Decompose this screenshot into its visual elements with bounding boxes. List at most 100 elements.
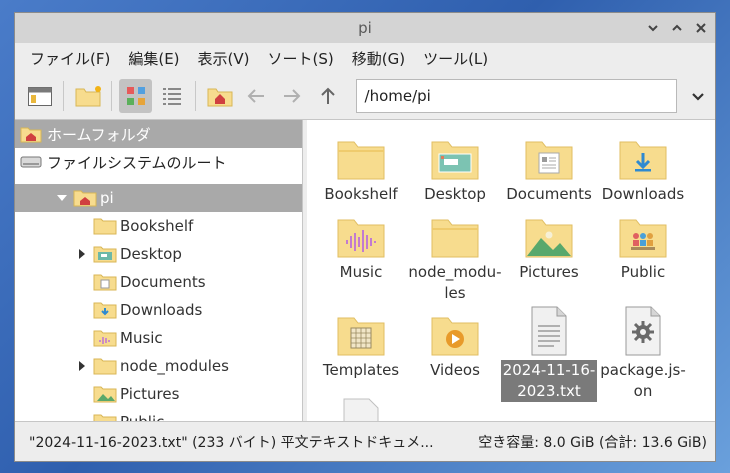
file-icon — [343, 398, 379, 421]
toolbar: /home/pi — [15, 73, 715, 119]
menu-sort[interactable]: ソート(S) — [259, 48, 343, 69]
downloads-folder-icon — [93, 302, 117, 319]
file-item-text-file[interactable]: 2024-11-16- 2023.txt — [501, 306, 597, 402]
tree-item-downloads[interactable]: Downloads — [15, 296, 302, 324]
tree-item-label: Documents — [120, 273, 206, 291]
file-view: Bookshelf Desktop Documents Downloads Mu… — [307, 120, 715, 421]
file-item-videos[interactable]: Videos — [407, 306, 503, 381]
icon-view-button[interactable] — [119, 79, 153, 113]
minimize-button[interactable] — [645, 20, 661, 36]
public-folder-icon — [93, 414, 117, 421]
new-folder-button[interactable] — [71, 79, 104, 113]
templates-folder-icon — [337, 317, 385, 356]
selection-info: "2024-11-16-2023.txt" (233 バイト) 平文テキストドキ… — [29, 434, 434, 451]
documents-folder-icon — [93, 274, 117, 291]
menu-view[interactable]: 表示(V) — [189, 48, 259, 69]
file-item-downloads[interactable]: Downloads — [595, 130, 691, 205]
tree-item-label: Pictures — [120, 385, 180, 403]
toolbar-separator — [63, 81, 65, 111]
home-button[interactable] — [203, 79, 236, 113]
file-label: Bookshelf — [324, 185, 398, 203]
file-label-selected: 2024-11-16- 2023.txt — [501, 360, 597, 402]
pictures-folder-icon — [93, 386, 117, 403]
file-label: Music — [339, 263, 383, 281]
tree-item-label: pi — [100, 189, 114, 207]
file-label: package.js- on — [600, 361, 686, 400]
music-folder-icon — [93, 330, 117, 347]
music-folder-icon — [337, 219, 385, 258]
close-button[interactable] — [693, 20, 709, 36]
close-icon — [696, 23, 706, 33]
folder-icon — [93, 218, 117, 235]
arrow-up-icon — [321, 87, 335, 104]
tree-item-public[interactable]: Public — [15, 408, 302, 421]
places-home[interactable]: ホームフォルダ — [15, 120, 302, 148]
file-label: Downloads — [601, 185, 685, 203]
chevron-down-icon — [648, 25, 658, 32]
arrow-left-icon — [247, 89, 264, 103]
places-home-label: ホームフォルダ — [47, 125, 151, 144]
expand-triangle-icon[interactable] — [75, 247, 89, 261]
path-text: /home/pi — [364, 87, 431, 105]
menu-file[interactable]: ファイル(F) — [21, 48, 119, 69]
up-button[interactable] — [311, 79, 344, 113]
list-view-icon — [162, 88, 181, 105]
file-label: Desktop — [424, 185, 486, 203]
directory-tree: pi Bookshelf Desktop Documents Downloads… — [15, 184, 302, 421]
file-manager-window: pi ファイル(F) 編集(E) 表示(V) ソート(S) 移動(G) ツール(… — [14, 12, 716, 462]
menu-bar: ファイル(F) 編集(E) 表示(V) ソート(S) 移動(G) ツール(L) — [15, 43, 715, 73]
file-item-desktop[interactable]: Desktop — [407, 130, 503, 205]
file-item-package-json[interactable]: package.js- on — [595, 306, 691, 402]
file-item-documents[interactable]: Documents — [501, 130, 597, 205]
tree-item-label: Desktop — [120, 245, 182, 263]
back-button[interactable] — [239, 79, 272, 113]
new-window-button[interactable] — [23, 79, 56, 113]
menu-tools[interactable]: ツール(L) — [414, 48, 497, 69]
file-label: Public — [620, 263, 666, 281]
collapse-triangle-icon[interactable] — [55, 191, 69, 205]
places-filesystem-root[interactable]: ファイルシステムのルート — [15, 148, 302, 176]
public-folder-icon — [619, 219, 667, 258]
drive-icon — [19, 152, 43, 172]
gear-file-icon — [625, 306, 661, 356]
title-bar[interactable]: pi — [15, 13, 715, 43]
file-item-public[interactable]: Public — [595, 208, 691, 283]
toolbar-separator — [111, 81, 113, 111]
file-label: node_modu- les — [408, 263, 502, 302]
maximize-button[interactable] — [669, 20, 685, 36]
path-input[interactable]: /home/pi — [355, 79, 677, 113]
tree-item-label: Bookshelf — [120, 217, 194, 235]
path-history-dropdown[interactable] — [682, 79, 715, 113]
tree-item-pictures[interactable]: Pictures — [15, 380, 302, 408]
file-item-node-modules[interactable]: node_modu- les — [407, 208, 503, 304]
pictures-folder-icon — [525, 219, 573, 258]
folder-icon — [431, 219, 479, 258]
forward-button[interactable] — [275, 79, 308, 113]
tree-item-music[interactable]: Music — [15, 324, 302, 352]
tree-item-label: node_modules — [120, 357, 229, 375]
tree-item-bookshelf[interactable]: Bookshelf — [15, 212, 302, 240]
file-item-music[interactable]: Music — [313, 208, 409, 283]
chevron-down-icon — [692, 93, 705, 101]
file-item-partial[interactable] — [313, 398, 409, 421]
expand-triangle-icon[interactable] — [75, 359, 89, 373]
tree-item-documents[interactable]: Documents — [15, 268, 302, 296]
file-label: Videos — [430, 361, 480, 379]
tree-item-node-modules[interactable]: node_modules — [15, 352, 302, 380]
file-label: Templates — [322, 361, 400, 379]
file-item-templates[interactable]: Templates — [313, 306, 409, 381]
desktop-folder-icon — [93, 246, 117, 263]
tree-item-pi[interactable]: pi — [15, 184, 302, 212]
file-item-bookshelf[interactable]: Bookshelf — [313, 130, 409, 205]
arrow-right-icon — [283, 89, 301, 103]
tree-item-label: Downloads — [120, 301, 203, 319]
tree-item-desktop[interactable]: Desktop — [15, 240, 302, 268]
documents-folder-icon — [525, 141, 573, 180]
tree-item-label: Music — [120, 329, 163, 347]
main-area: ホームフォルダ ファイルシステムのルート pi Bookshelf Deskto… — [15, 119, 715, 421]
file-item-pictures[interactable]: Pictures — [501, 208, 597, 283]
menu-edit[interactable]: 編集(E) — [119, 48, 188, 69]
menu-go[interactable]: 移動(G) — [343, 48, 414, 69]
list-view-button[interactable] — [155, 79, 188, 113]
desktop-folder-icon — [431, 141, 479, 180]
